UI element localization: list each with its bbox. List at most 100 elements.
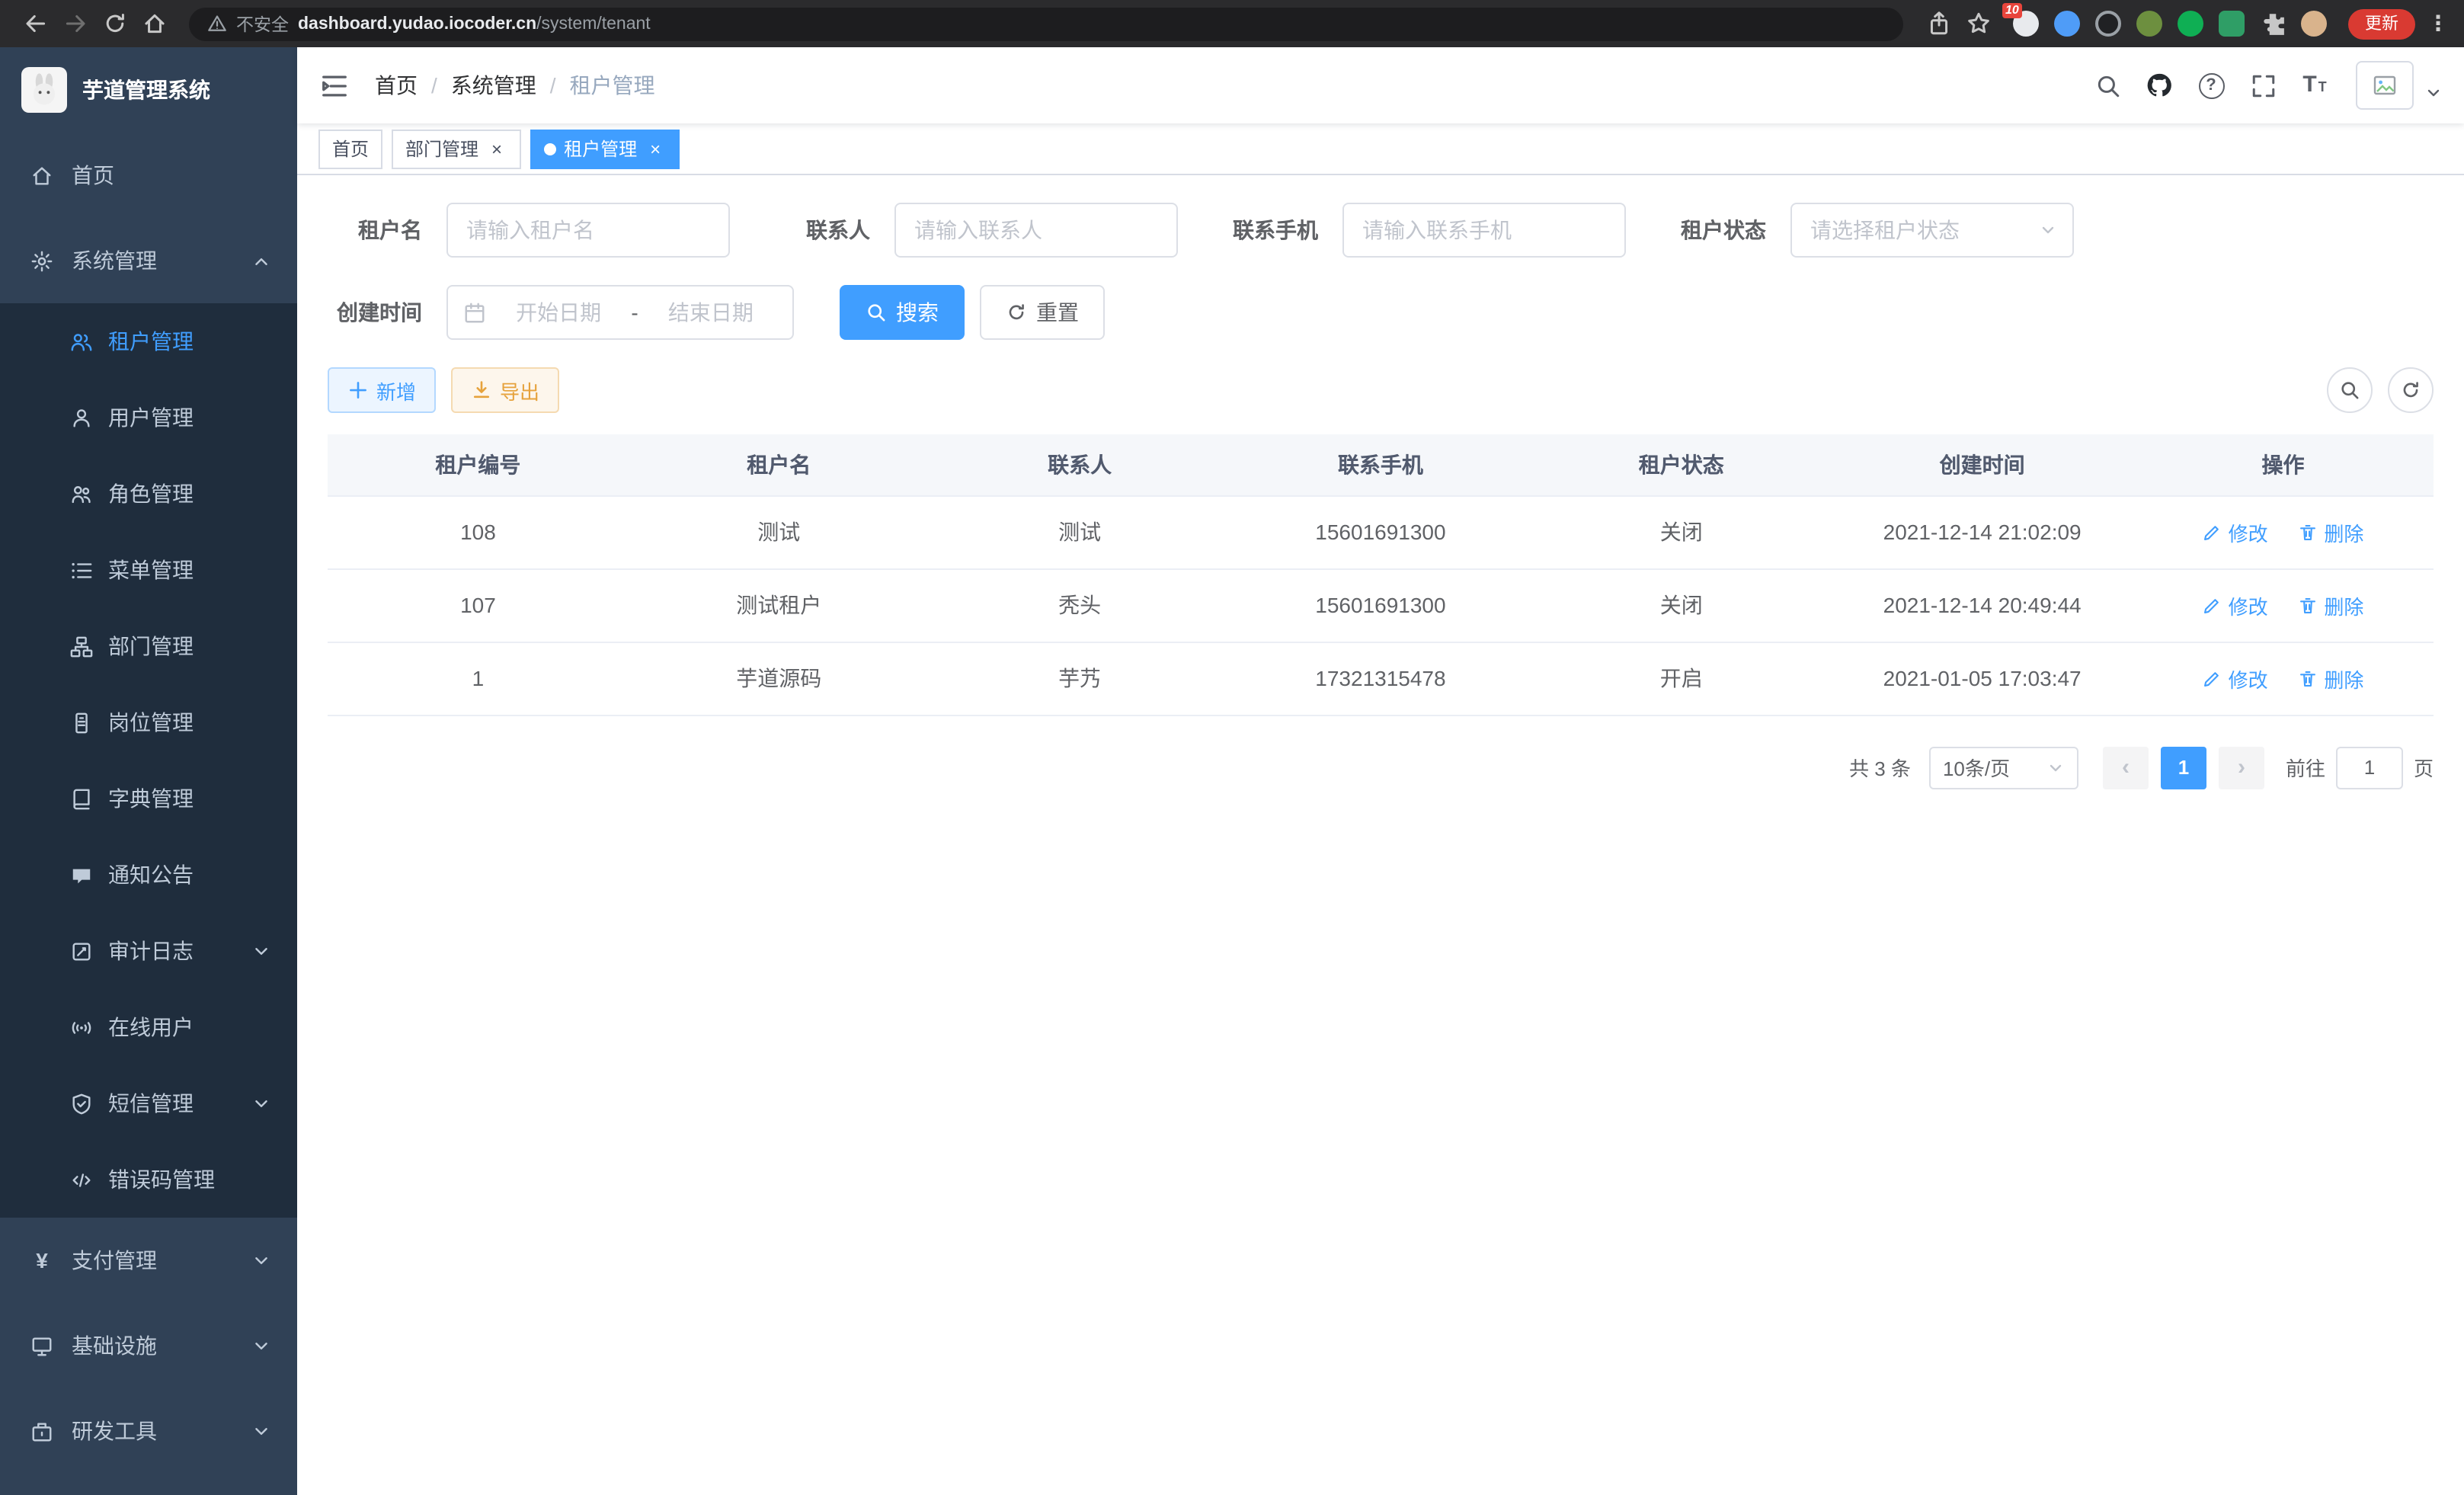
export-button[interactable]: 导出 xyxy=(451,367,559,413)
cell-tenant-name: 测试 xyxy=(629,495,930,568)
edit-label: 修改 xyxy=(2229,591,2268,619)
date-range-picker[interactable]: 开始日期 - 结束日期 xyxy=(446,285,794,340)
logo-row[interactable]: 芋道管理系统 xyxy=(0,47,297,133)
extension-icon-6[interactable] xyxy=(2219,11,2245,37)
delete-link[interactable]: 删除 xyxy=(2298,664,2363,693)
extension-icon-5[interactable] xyxy=(2178,11,2203,37)
browser-back-icon[interactable] xyxy=(15,4,55,43)
cell-contact: 秃头 xyxy=(930,568,1230,642)
sidebar-item-label: 通知公告 xyxy=(108,860,194,890)
browser-home-icon[interactable] xyxy=(134,4,174,43)
delete-link[interactable]: 删除 xyxy=(2298,517,2363,546)
phone-input[interactable] xyxy=(1342,203,1626,258)
tag-home[interactable]: 首页 xyxy=(318,129,382,168)
address-bar[interactable]: 不安全 dashboard.yudao.iocoder.cn/system/te… xyxy=(189,7,1903,40)
extensions-puzzle-icon[interactable] xyxy=(2260,11,2286,37)
edit-link[interactable]: 修改 xyxy=(2203,664,2268,693)
extension-icon-4[interactable] xyxy=(2136,11,2162,37)
sidebar-item-label: 支付管理 xyxy=(72,1245,157,1276)
table-header-row: 租户编号 租户名 联系人 联系手机 租户状态 创建时间 操作 xyxy=(328,434,2434,495)
refresh-icon xyxy=(1006,302,1027,323)
page-number-active[interactable]: 1 xyxy=(2161,746,2206,789)
browser-forward-icon[interactable] xyxy=(55,4,94,43)
sidebar-item-devtools[interactable]: 研发工具 xyxy=(0,1388,297,1474)
tag-dept[interactable]: 部门管理 xyxy=(392,129,521,168)
extension-badge: 10 xyxy=(2002,3,2022,18)
trash-icon xyxy=(2298,595,2318,615)
header-search-icon[interactable] xyxy=(2085,62,2130,108)
sidebar-item-role[interactable]: 角色管理 xyxy=(0,456,297,532)
dict-book-icon xyxy=(70,787,93,810)
plus-icon xyxy=(347,379,369,401)
notice-bubble-icon xyxy=(70,863,93,886)
search-button[interactable]: 搜索 xyxy=(840,285,965,340)
breadcrumb-home[interactable]: 首页 xyxy=(375,70,418,101)
sidebar-item-infra[interactable]: 基础设施 xyxy=(0,1303,297,1388)
tag-label: 首页 xyxy=(332,136,369,162)
extension-icon-3[interactable] xyxy=(2095,11,2121,37)
sidebar-item-payment[interactable]: ¥ 支付管理 xyxy=(0,1218,297,1303)
active-dot xyxy=(544,142,556,155)
reset-button[interactable]: 重置 xyxy=(980,285,1105,340)
page-unit-label: 页 xyxy=(2414,753,2434,782)
font-size-icon[interactable] xyxy=(2292,62,2338,108)
edit-link[interactable]: 修改 xyxy=(2203,591,2268,619)
sidebar-toggle-icon[interactable] xyxy=(297,71,372,100)
contact-input[interactable] xyxy=(894,203,1178,258)
close-icon[interactable] xyxy=(645,138,666,159)
sidebar-item-menu[interactable]: 菜单管理 xyxy=(0,532,297,608)
column-header: 租户状态 xyxy=(1531,434,1832,495)
profile-avatar-icon[interactable] xyxy=(2301,11,2327,37)
sidebar-item-notice[interactable]: 通知公告 xyxy=(0,837,297,913)
bookmark-star-icon[interactable] xyxy=(1958,4,1998,43)
sidebar-item-errorcode[interactable]: 错误码管理 xyxy=(0,1141,297,1218)
browser-menu-icon[interactable] xyxy=(2427,10,2449,37)
breadcrumb-separator: / xyxy=(550,73,556,98)
browser-reload-icon[interactable] xyxy=(94,4,134,43)
cell-phone: 15601691300 xyxy=(1230,568,1531,642)
add-button[interactable]: 新增 xyxy=(328,367,436,413)
page-size-select[interactable]: 10条/页 xyxy=(1929,746,2078,789)
avatar-caret-down-icon[interactable] xyxy=(2424,84,2443,102)
fullscreen-icon[interactable] xyxy=(2240,62,2286,108)
sidebar-item-sms[interactable]: 短信管理 xyxy=(0,1065,297,1141)
breadcrumb-system[interactable]: 系统管理 xyxy=(451,70,536,101)
edit-link[interactable]: 修改 xyxy=(2203,517,2268,546)
tag-tenant[interactable]: 租户管理 xyxy=(530,129,680,168)
github-icon[interactable] xyxy=(2136,62,2182,108)
sidebar-item-dict[interactable]: 字典管理 xyxy=(0,760,297,837)
pencil-icon xyxy=(2203,668,2222,688)
delete-link[interactable]: 删除 xyxy=(2298,591,2363,619)
sidebar-item-user[interactable]: 用户管理 xyxy=(0,379,297,456)
export-button-label: 导出 xyxy=(500,376,539,405)
status-select[interactable]: 请选择租户状态 xyxy=(1790,203,2074,258)
sidebar-item-dept[interactable]: 部门管理 xyxy=(0,608,297,684)
extension-icon-2[interactable] xyxy=(2054,11,2080,37)
extension-icon-1[interactable]: 10 xyxy=(2013,11,2039,37)
filter-label: 联系人 xyxy=(776,215,870,245)
refresh-table-icon[interactable] xyxy=(2388,367,2434,413)
sidebar-item-online[interactable]: 在线用户 xyxy=(0,989,297,1065)
close-icon[interactable] xyxy=(486,138,507,159)
filter-status: 租户状态 请选择租户状态 xyxy=(1672,203,2074,258)
breadcrumb-current: 租户管理 xyxy=(570,70,655,101)
prev-page-button[interactable] xyxy=(2103,746,2149,789)
sidebar-item-label: 字典管理 xyxy=(108,783,194,814)
chrome-update-button[interactable]: 更新 xyxy=(2348,8,2415,39)
sidebar-item-post[interactable]: 岗位管理 xyxy=(0,684,297,760)
sidebar-item-tenant[interactable]: 租户管理 xyxy=(0,303,297,379)
next-page-button[interactable] xyxy=(2219,746,2264,789)
cell-created-at: 2021-12-14 21:02:09 xyxy=(1832,495,2133,568)
goto-page-input[interactable] xyxy=(2336,746,2403,789)
share-icon[interactable] xyxy=(1918,4,1958,43)
sidebar-item-home[interactable]: 首页 xyxy=(0,133,297,218)
page-size-value: 10条/页 xyxy=(1943,753,2010,782)
reset-button-label: 重置 xyxy=(1036,297,1079,328)
tenant-name-input[interactable] xyxy=(446,203,730,258)
sidebar-item-audit[interactable]: 审计日志 xyxy=(0,913,297,989)
help-icon[interactable] xyxy=(2188,62,2234,108)
top-navbar: 首页 / 系统管理 / 租户管理 xyxy=(297,47,2464,123)
user-avatar[interactable] xyxy=(2356,61,2414,110)
sidebar-item-system[interactable]: 系统管理 xyxy=(0,218,297,303)
toggle-search-icon[interactable] xyxy=(2327,367,2373,413)
